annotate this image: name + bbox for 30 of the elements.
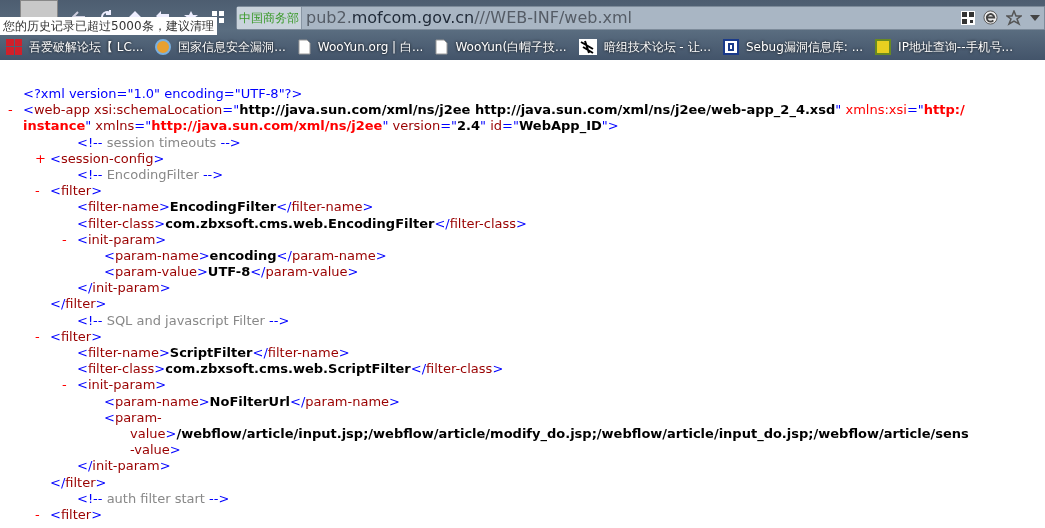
xml-line: <session-config> xyxy=(50,150,165,166)
site-label: 中国商务部 xyxy=(237,6,302,29)
xml-line: instance" xmlns="http://java.sun.com/xml/ns/j2ee" version="2.4" id="WebApp_ID"> xyxy=(23,118,619,134)
xml-line: <param- xyxy=(104,409,162,425)
xml-line: </filter> xyxy=(50,474,107,490)
xml-line: </init-param> xyxy=(77,280,171,296)
xml-line: -value> xyxy=(130,442,181,458)
xml-line: </filter> xyxy=(50,296,107,312)
xml-line: <filter> xyxy=(50,183,103,199)
xml-line: <?xml version="1.0" encoding="UTF-8"?> xyxy=(23,86,303,101)
xml-line: <filter-class>com.zbxsoft.cms.web.ScriptFilter</filter-class> xyxy=(77,361,504,377)
xml-line: <init-param> xyxy=(77,377,167,393)
xml-line: <param-name>NoFilterUrl</param-name> xyxy=(104,393,400,409)
url-text: pub2.mofcom.gov.cn///WEB-INF/web.xml xyxy=(306,6,632,29)
xml-line: <init-param> xyxy=(77,231,167,247)
xml-line: <filter-name>ScriptFilter</filter-name> xyxy=(77,345,350,360)
xml-line: <!-- auth filter start --> xyxy=(77,490,230,506)
xml-line: <filter> xyxy=(50,328,103,344)
xml-line: <!-- session timeouts --> xyxy=(77,134,241,150)
xml-line: <param-name>encoding</param-name> xyxy=(104,247,387,263)
xml-line: </init-param> xyxy=(77,458,171,474)
xml-line: <filter> xyxy=(50,506,103,522)
tooltip: 您的历史记录已超过5000条，建议清理 xyxy=(0,17,217,35)
xml-line: <param-value>UTF-8</param-value> xyxy=(104,264,359,280)
xml-line: <!-- SQL and javascript Filter --> xyxy=(77,312,290,328)
xml-line: value>/webflow/article/input.jsp;/webflow/article/modify_do.jsp;/webflow/article/input_do.jsp;/webflow/article/sens xyxy=(130,425,969,441)
xml-line: <web-app xsi:schemaLocation="http://java.sun.com/xml/ns/j2ee http://java.sun.com/xml/ns/j2ee/web-app_2_4.xsd" xmlns:xsi="http:/ xyxy=(23,102,965,118)
xml-line: <filter-name>EncodingFilter</filter-name> xyxy=(77,199,374,215)
xml-line: <filter-class>com.zbxsoft.cms.web.EncodingFilter</filter-class> xyxy=(77,215,527,231)
xml-line: <!-- EncodingFilter --> xyxy=(77,166,224,182)
